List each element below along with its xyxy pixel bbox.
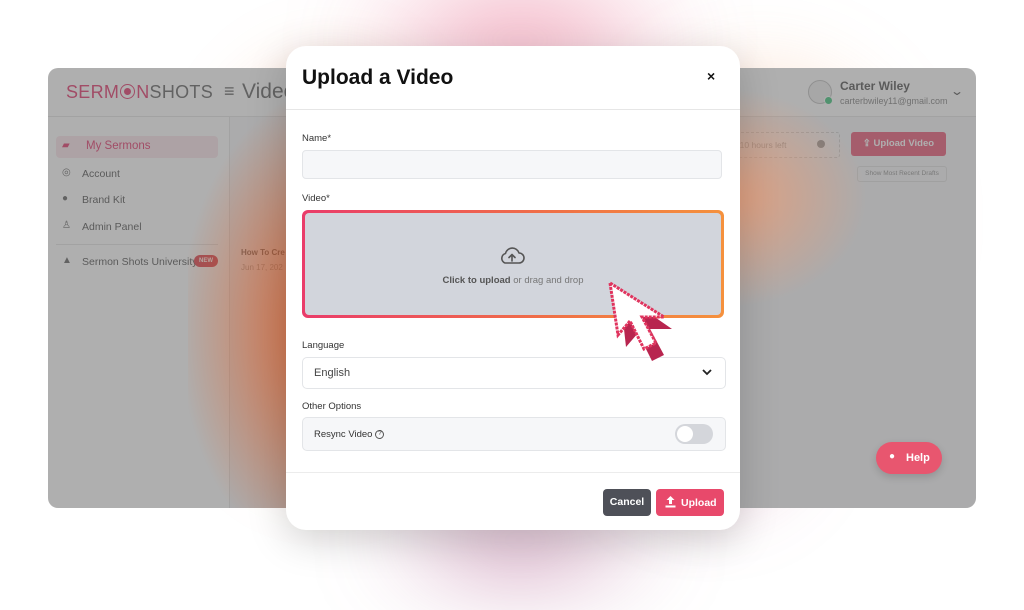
resync-video-text: Resync Video	[314, 429, 373, 440]
upload-label: Upload	[681, 497, 717, 509]
other-options-label: Other Options	[302, 401, 362, 412]
pointer-cursor-icon	[608, 279, 672, 361]
help-button[interactable]: ● Help	[876, 442, 942, 474]
language-label: Language	[302, 340, 345, 351]
name-label: Name*	[302, 133, 332, 144]
language-value: English	[314, 367, 351, 379]
close-icon[interactable]: ×	[707, 68, 715, 84]
chevron-down-icon	[702, 369, 712, 376]
video-label: Video*	[302, 193, 330, 204]
language-select[interactable]: English	[302, 357, 726, 389]
help-label: Help	[906, 452, 930, 464]
cloud-upload-icon	[501, 247, 525, 264]
modal-title: Upload a Video	[302, 66, 454, 89]
help-circle-icon[interactable]: ?	[375, 429, 385, 439]
modal-footer-divider	[286, 472, 740, 473]
toggle-knob	[677, 426, 693, 442]
click-to-upload-text: Click to upload	[442, 275, 511, 286]
drag-drop-text: or drag and drop	[510, 275, 584, 286]
resync-video-label: Resync Video?	[314, 429, 385, 440]
name-input[interactable]	[302, 150, 722, 179]
cancel-button[interactable]: Cancel	[603, 489, 651, 516]
chat-bubble-icon: ●	[889, 451, 896, 462]
modal-divider	[286, 109, 740, 110]
upload-icon	[665, 496, 676, 508]
other-options-box: Resync Video?	[302, 417, 726, 451]
resync-video-toggle[interactable]	[675, 424, 713, 444]
upload-button[interactable]: Upload	[656, 489, 724, 516]
